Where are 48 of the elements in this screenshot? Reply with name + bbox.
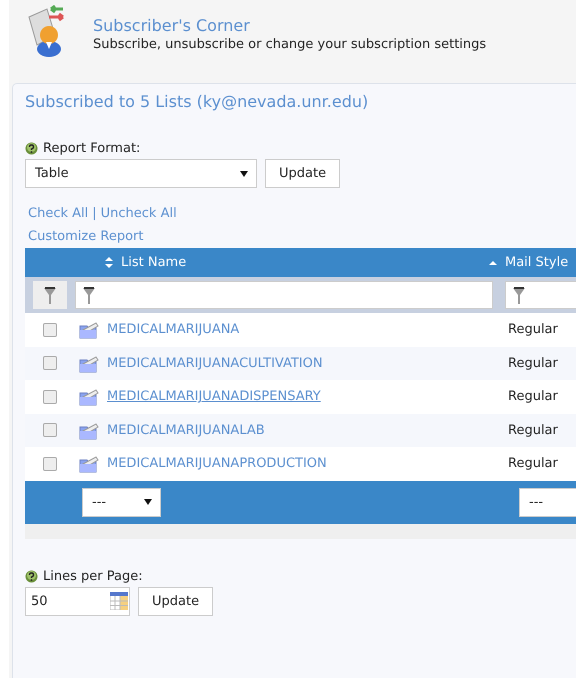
field-label: Lines per Page: — [43, 568, 143, 584]
folder-icon — [78, 387, 99, 406]
filter-button[interactable] — [33, 281, 67, 309]
field-label: Report Format: — [43, 141, 140, 156]
funnel-icon — [82, 286, 96, 304]
uncheck-all-link[interactable]: Uncheck All — [100, 206, 177, 221]
caret-icon — [144, 499, 152, 505]
folder-icon — [78, 454, 99, 474]
customize-report-link[interactable]: Customize Report — [28, 229, 144, 244]
page-title: Subscriber's Corner — [93, 16, 251, 35]
funnel-icon — [512, 286, 526, 304]
column-header[interactable]: List Name — [121, 255, 186, 270]
help-icon — [25, 570, 38, 582]
table-cell: Regular — [508, 456, 558, 472]
update-button[interactable]: Update — [138, 586, 214, 616]
link-separator: | — [92, 206, 97, 221]
row-checkbox[interactable] — [43, 322, 57, 337]
list-name-link[interactable]: MEDICALMARIJUANACULTIVATION — [107, 356, 323, 371]
lines-per-page-field[interactable]: 50 — [25, 586, 130, 616]
row-checkbox[interactable] — [43, 456, 57, 471]
page-subtitle: Subscribe, unsubscribe or change your subscription settings — [93, 37, 486, 52]
help-icon — [25, 142, 38, 155]
table-cell: Regular — [508, 322, 558, 338]
row-checkbox[interactable] — [43, 390, 57, 404]
row-checkbox[interactable] — [43, 423, 57, 438]
column-header[interactable]: Mail Style — [505, 255, 568, 270]
report-format-select[interactable]: Table — [25, 159, 257, 188]
folder-icon — [78, 420, 99, 440]
list-name-link[interactable]: MEDICALMARIJUANADISPENSARY — [107, 389, 321, 404]
folder-icon — [78, 354, 99, 373]
list-name-link[interactable]: MEDICALMARIJUANA — [107, 322, 240, 338]
bulk-action-select[interactable]: --- — [82, 488, 161, 516]
panel-heading: Subscribed to 5 Lists (ky@nevada.unr.edu) — [25, 92, 370, 111]
bulk-action-select[interactable]: --- — [519, 488, 576, 516]
row-checkbox[interactable] — [43, 356, 57, 370]
check-all-link[interactable]: Check All — [28, 206, 88, 221]
update-button[interactable]: Update — [265, 159, 340, 188]
filter-field[interactable] — [75, 281, 493, 309]
folder-icon — [78, 320, 99, 340]
funnel-icon — [43, 286, 57, 304]
filter-field[interactable] — [505, 281, 576, 309]
table-cell: Regular — [508, 389, 558, 404]
table-cell: Regular — [508, 422, 558, 438]
table-cell: Regular — [508, 356, 558, 371]
list-name-link[interactable]: MEDICALMARIJUANALAB — [107, 422, 265, 438]
list-name-link[interactable]: MEDICALMARIJUANAPRODUCTION — [107, 456, 327, 472]
caret-icon — [240, 170, 248, 176]
table-icon — [110, 592, 128, 610]
